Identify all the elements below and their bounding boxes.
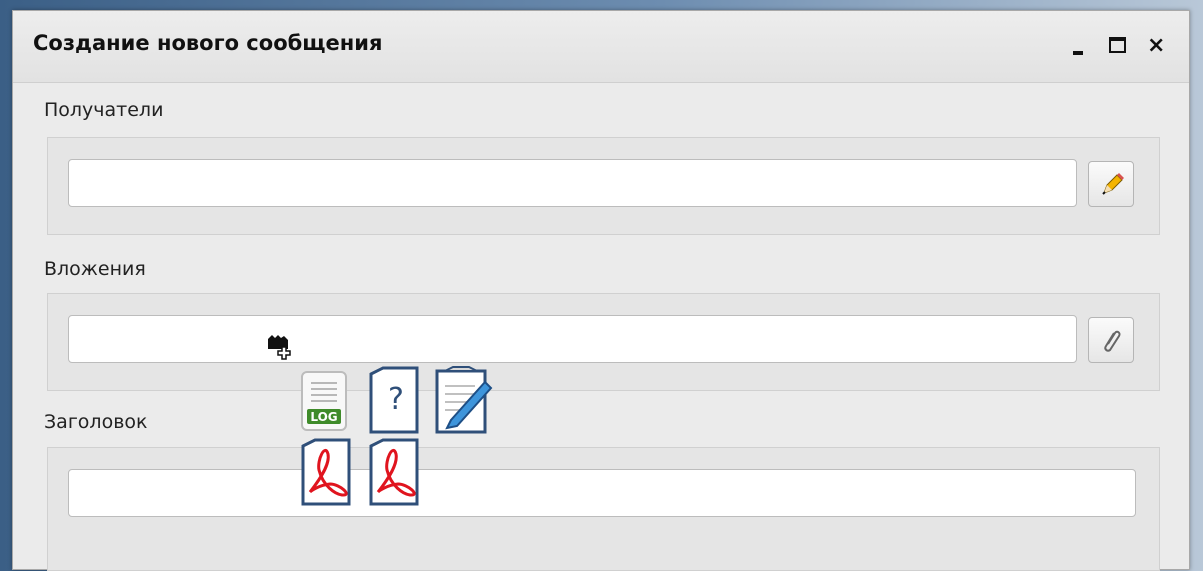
attachments-label: Вложения	[44, 258, 146, 280]
pdf-file-icon	[369, 438, 419, 506]
text-file-icon	[435, 366, 493, 434]
close-button[interactable]: ×	[1139, 31, 1173, 61]
new-message-window: Создание нового сообщения × Получатели В…	[12, 10, 1190, 571]
unknown-file-icon: ?	[369, 366, 419, 434]
attachments-input[interactable]	[68, 315, 1077, 363]
edit-recipients-button[interactable]	[1088, 161, 1134, 207]
paperclip-icon	[1104, 330, 1121, 352]
pencil-icon	[1102, 173, 1124, 195]
unknown-badge: ?	[388, 382, 404, 417]
drag-cursor-icon	[268, 335, 291, 360]
close-icon: ×	[1147, 33, 1166, 58]
log-file-icon: LOG	[301, 371, 347, 431]
maximize-button[interactable]	[1099, 31, 1133, 61]
pdf-file-icon	[301, 438, 351, 506]
subject-input[interactable]	[68, 469, 1136, 517]
minimize-button[interactable]	[1061, 31, 1095, 61]
log-badge: LOG	[310, 410, 337, 424]
subject-label: Заголовок	[44, 411, 148, 433]
minimize-icon	[1073, 51, 1083, 55]
recipients-input[interactable]	[68, 159, 1077, 207]
maximize-icon	[1109, 37, 1126, 53]
add-attachment-button[interactable]	[1088, 317, 1134, 363]
recipients-label: Получатели	[44, 99, 164, 121]
window-title: Создание нового сообщения	[33, 31, 383, 55]
title-bar[interactable]: Создание нового сообщения ×	[13, 11, 1189, 83]
